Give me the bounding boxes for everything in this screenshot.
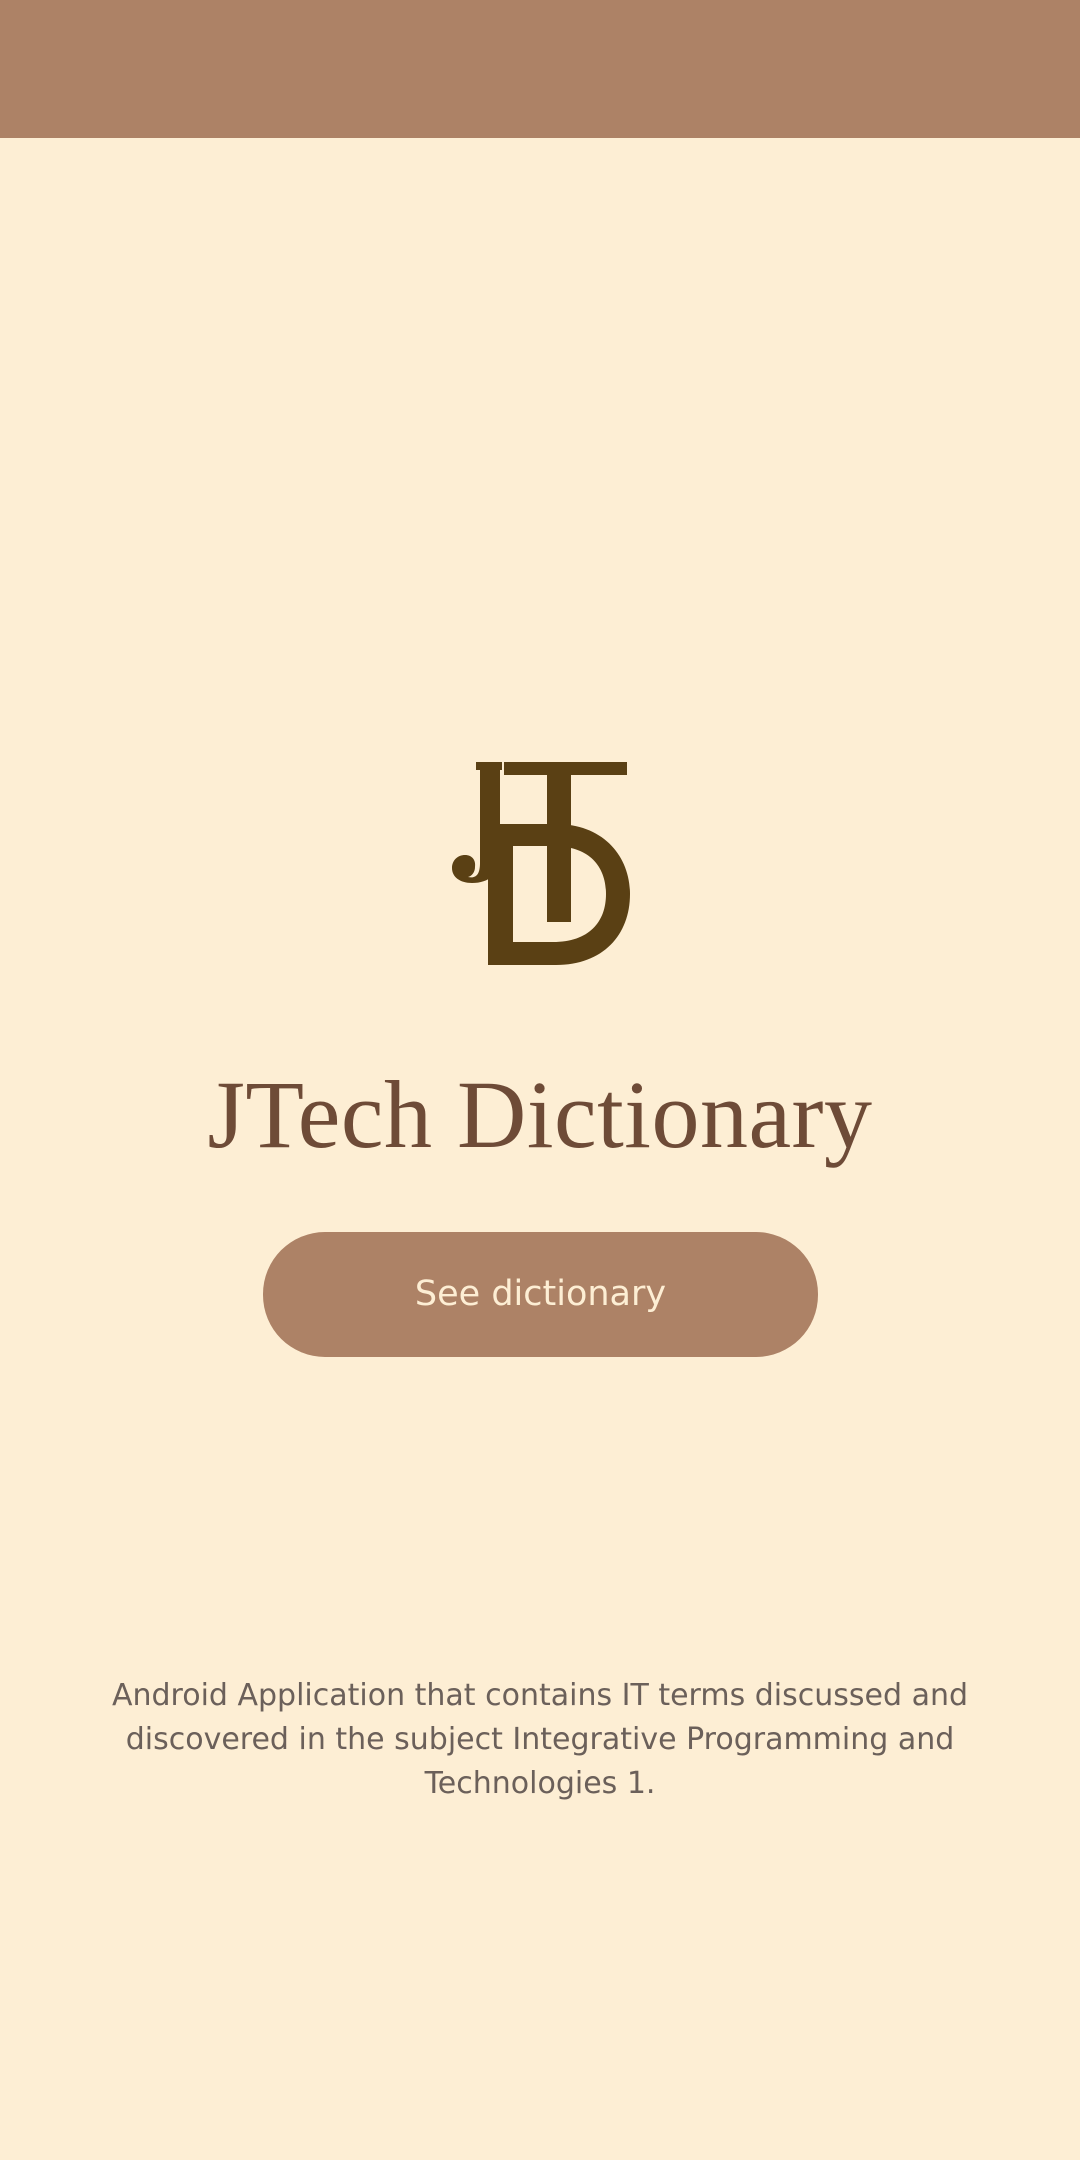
app-screen: JTech Dictionary See dictionary Android … — [0, 0, 1080, 2160]
app-description: Android Application that contains IT ter… — [111, 1678, 969, 1801]
app-title: JTech Dictionary — [207, 1061, 873, 1168]
jtd-monogram-logo — [452, 752, 632, 968]
see-dictionary-button[interactable]: See dictionary — [263, 1232, 818, 1357]
top-app-bar — [0, 0, 1080, 138]
